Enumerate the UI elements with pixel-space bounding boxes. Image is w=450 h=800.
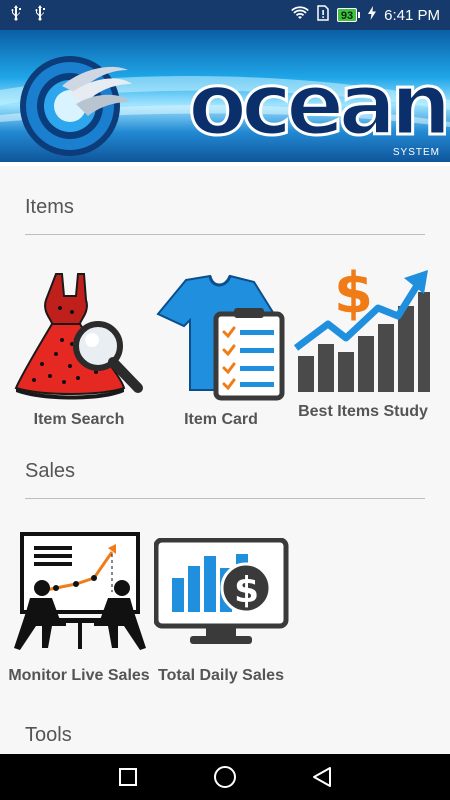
- dress-search-icon: [12, 264, 148, 409]
- status-bar: 93 6:41 PM: [0, 0, 450, 30]
- back-icon: [312, 767, 331, 787]
- banner-system-text: SYSTEM: [392, 147, 440, 158]
- wifi-icon: [291, 6, 309, 24]
- dollar-growth-chart-icon: $: [293, 256, 432, 401]
- tile-best-items-study[interactable]: $ Best Items Study: [292, 256, 434, 436]
- shirt-checklist-icon: [154, 274, 290, 409]
- meeting-chart-icon: [12, 532, 148, 661]
- charging-icon: [368, 6, 377, 24]
- usb-icon: [34, 4, 46, 26]
- usb-icon: [10, 4, 22, 26]
- monitor-dollar-chart-icon: $: [153, 537, 290, 655]
- ocean-logo-icon: [20, 56, 132, 156]
- main-content: Items Item Search Item Card $ Best Items…: [0, 166, 450, 754]
- svg-text:ocean: ocean: [188, 64, 446, 146]
- sim-alert-icon: [317, 5, 329, 25]
- back-button[interactable]: [302, 757, 342, 797]
- ocean-logo-wordmark: ocean: [187, 54, 450, 157]
- divider: [25, 498, 425, 499]
- section-title-tools: Tools: [25, 724, 72, 746]
- section-title-sales: Sales: [25, 460, 76, 482]
- app-banner: ocean SYSTEM: [0, 30, 450, 166]
- tile-monitor-live-sales[interactable]: Monitor Live Sales: [8, 532, 150, 702]
- home-icon: [213, 766, 236, 788]
- svg-text:$: $: [234, 570, 259, 611]
- tile-label: Item Card: [184, 411, 258, 428]
- tile-label: Total Daily Sales: [158, 667, 284, 684]
- system-nav-bar: [0, 754, 450, 800]
- tile-label: Item Search: [33, 411, 125, 428]
- tile-item-card[interactable]: Item Card: [150, 264, 292, 434]
- status-time: 6:41 PM: [384, 6, 440, 24]
- battery-icon: 93: [336, 8, 361, 22]
- tile-total-daily-sales[interactable]: $ Total Daily Sales: [150, 532, 292, 702]
- tile-item-search[interactable]: Item Search: [8, 264, 150, 434]
- divider: [25, 234, 425, 235]
- home-button[interactable]: [205, 757, 245, 797]
- recent-apps-icon: [119, 768, 138, 786]
- battery-level: 93: [336, 8, 358, 22]
- tile-label: Best Items Study: [298, 403, 428, 420]
- tile-label: Monitor Live Sales: [8, 667, 150, 684]
- recent-apps-button[interactable]: [108, 757, 148, 797]
- section-title-items: Items: [25, 196, 74, 218]
